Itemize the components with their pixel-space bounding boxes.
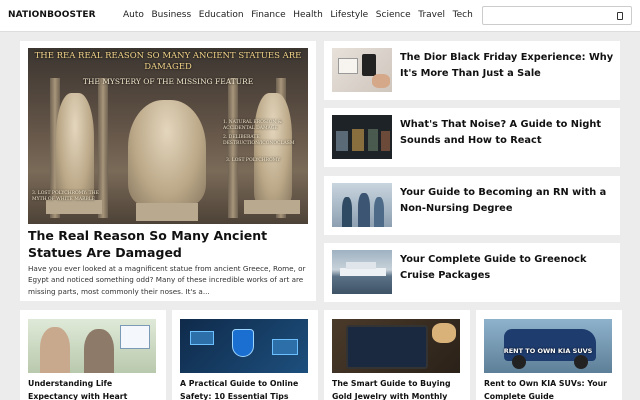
statue-figure: [254, 93, 292, 203]
nav-item-finance[interactable]: Finance: [251, 10, 285, 20]
shield-icon: [232, 329, 254, 357]
bottom-article-title[interactable]: Rent to Own KIA SUVs: Your Complete Guid…: [484, 377, 620, 400]
side-article-title[interactable]: The Dior Black Friday Experience: Why It…: [400, 50, 614, 81]
side-article-card[interactable]: The Dior Black Friday Experience: Why It…: [324, 41, 620, 100]
gift-box-shape: [338, 58, 358, 74]
featured-image-label: 3. LOST POLYCHROMY: THE MYTH OF WHITE MA…: [32, 191, 99, 202]
side-article-thumbnail[interactable]: [332, 115, 392, 159]
side-article-card[interactable]: Your Guide to Becoming an RN with a Non-…: [324, 176, 620, 235]
nav-item-education[interactable]: Education: [199, 10, 244, 20]
bottom-article-thumbnail[interactable]: [28, 319, 156, 373]
panel-shape: [336, 131, 348, 151]
nav-item-auto[interactable]: Auto: [123, 10, 144, 20]
side-article-title[interactable]: What's That Noise? A Guide to Night Soun…: [400, 117, 614, 148]
featured-article-excerpt: Have you ever looked at a magnificent st…: [28, 264, 306, 296]
hand-shape: [432, 323, 456, 343]
phone-shape: [362, 54, 376, 76]
info-card-shape: [120, 325, 150, 349]
nav-item-travel[interactable]: Travel: [418, 10, 445, 20]
search-icon[interactable]: [617, 12, 623, 20]
bottom-article-title[interactable]: The Smart Guide to Buying Gold Jewelry w…: [332, 377, 468, 400]
bottom-article-thumbnail[interactable]: RENT TO OWN KIA SUVS: [484, 319, 612, 373]
bottom-article-card[interactable]: Understanding Life Expectancy with Heart: [20, 310, 166, 400]
tablet-shape: [346, 325, 428, 369]
panel-shape: [352, 129, 364, 151]
hand-shape: [372, 74, 390, 88]
side-article-title[interactable]: Your Guide to Becoming an RN with a Non-…: [400, 185, 614, 216]
panel-shape: [368, 129, 378, 151]
nav-item-health[interactable]: Health: [293, 10, 323, 20]
site-header: NATIONBOOSTER Auto Business Education Fi…: [0, 0, 640, 32]
search-box[interactable]: [482, 6, 632, 25]
featured-image-title: THE REA REAL REASON SO MANY ANCIENT STAT…: [34, 51, 302, 72]
statue-pedestal: [136, 203, 198, 221]
nav-item-tech[interactable]: Tech: [453, 10, 473, 20]
person-shape: [40, 327, 70, 373]
screen-shape: [272, 339, 298, 355]
statue-figure: [56, 93, 94, 203]
bottom-article-title[interactable]: A Practical Guide to Online Safety: 10 E…: [180, 377, 316, 400]
bottom-article-title[interactable]: Understanding Life Expectancy with Heart: [28, 377, 164, 400]
featured-image-subtitle: THE MYSTERY OF THE MISSING FEATURE: [82, 77, 254, 86]
bottom-article-thumbnail[interactable]: [180, 319, 308, 373]
nav-item-science[interactable]: Science: [376, 10, 411, 20]
column-shape: [228, 78, 238, 218]
nav-item-lifestyle[interactable]: Lifestyle: [330, 10, 368, 20]
thumbnail-overlay-text: RENT TO OWN KIA SUVS: [503, 347, 593, 355]
main-nav: Auto Business Education Finance Health L…: [123, 10, 480, 20]
statue-pedestal: [244, 200, 300, 214]
featured-image-label: 1. NATURAL EROSION & ACCIDENTAL DAMAGE: [223, 120, 282, 131]
side-article-thumbnail[interactable]: [332, 183, 392, 227]
featured-article-title[interactable]: The Real Reason So Many Ancient Statues …: [28, 227, 308, 261]
person-shape: [84, 329, 114, 373]
ship-shape: [346, 262, 376, 269]
featured-image-label: 2. DELIBERATE DESTRUCTION/ICONOCLASM: [223, 135, 295, 146]
nav-item-business[interactable]: Business: [152, 10, 192, 20]
search-input[interactable]: [487, 10, 607, 22]
side-article-thumbnail[interactable]: [332, 48, 392, 92]
person-shape: [358, 193, 370, 227]
featured-image-label: 3. LOST POLYCHROMY: [226, 158, 281, 163]
person-shape: [374, 197, 384, 227]
bottom-article-thumbnail[interactable]: [332, 319, 460, 373]
wheel-shape: [574, 355, 588, 369]
bottom-article-card[interactable]: RENT TO OWN KIA SUVS Rent to Own KIA SUV…: [476, 310, 622, 400]
side-article-card[interactable]: What's That Noise? A Guide to Night Soun…: [324, 108, 620, 167]
statue-bust: [128, 100, 206, 205]
person-shape: [342, 197, 352, 227]
side-article-thumbnail[interactable]: [332, 250, 392, 294]
screen-shape: [190, 331, 214, 345]
featured-article-card[interactable]: THE REA REAL REASON SO MANY ANCIENT STAT…: [20, 41, 316, 301]
side-article-card[interactable]: Your Complete Guide to Greenock Cruise P…: [324, 243, 620, 302]
ship-shape: [340, 268, 386, 276]
bottom-article-card[interactable]: A Practical Guide to Online Safety: 10 E…: [172, 310, 318, 400]
site-logo[interactable]: NATIONBOOSTER: [8, 10, 96, 20]
panel-shape: [381, 131, 390, 151]
bottom-article-card[interactable]: The Smart Guide to Buying Gold Jewelry w…: [324, 310, 470, 400]
side-article-title[interactable]: Your Complete Guide to Greenock Cruise P…: [400, 252, 614, 283]
featured-article-image[interactable]: THE REA REAL REASON SO MANY ANCIENT STAT…: [28, 48, 308, 224]
wheel-shape: [512, 355, 526, 369]
